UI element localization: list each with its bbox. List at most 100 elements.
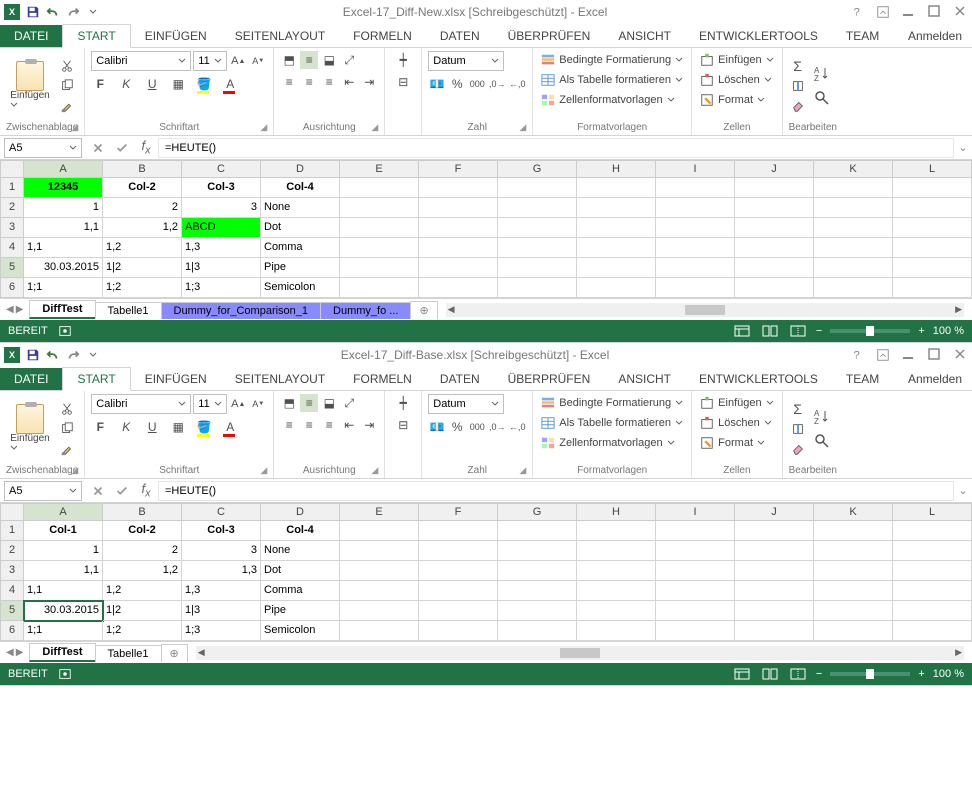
- cell-L5[interactable]: [893, 601, 972, 621]
- pagelayout-view-icon[interactable]: [760, 323, 780, 339]
- fill-color-icon[interactable]: 🪣: [195, 418, 213, 436]
- tab-view[interactable]: ANSICHT: [604, 368, 685, 390]
- find-select-icon[interactable]: [811, 430, 833, 452]
- clear-icon[interactable]: [789, 440, 807, 458]
- orientation-icon[interactable]: ⤢: [340, 394, 358, 412]
- align-left-icon[interactable]: ≡: [280, 73, 298, 91]
- tab-developer[interactable]: ENTWICKLERTOOLS: [685, 368, 832, 390]
- cell-I1[interactable]: [656, 521, 735, 541]
- paste-button[interactable]: Einfügen: [6, 394, 54, 463]
- underline-icon[interactable]: U: [143, 418, 161, 436]
- cell-A1[interactable]: Col-1: [24, 521, 103, 541]
- sheet-tab-1[interactable]: Tabelle1: [95, 645, 162, 662]
- decrease-font-icon[interactable]: A▼: [249, 52, 267, 70]
- cell-D1[interactable]: Col-4: [261, 178, 340, 198]
- zoom-in-icon[interactable]: +: [918, 668, 924, 680]
- tab-review[interactable]: ÜBERPRÜFEN: [494, 25, 605, 47]
- cell-D6[interactable]: Semicolon: [261, 621, 340, 641]
- col-header-E[interactable]: E: [340, 160, 419, 178]
- sheet-nav-next-icon[interactable]: ▶: [16, 304, 24, 315]
- cell-D3[interactable]: Dot: [261, 561, 340, 581]
- align-left-icon[interactable]: ≡: [280, 416, 298, 434]
- tab-team[interactable]: TEAM: [832, 25, 893, 47]
- align-launcher-icon[interactable]: ◢: [371, 465, 378, 476]
- tab-formulas[interactable]: FORMELN: [339, 368, 426, 390]
- cell-K1[interactable]: [814, 178, 893, 198]
- fx-icon[interactable]: fx: [134, 138, 158, 158]
- font-size-combo[interactable]: 11: [193, 394, 227, 414]
- col-header-B[interactable]: B: [103, 160, 182, 178]
- cell-G5[interactable]: [498, 258, 577, 278]
- sheet-tab-1[interactable]: Tabelle1: [95, 302, 162, 319]
- cell-C1[interactable]: Col-3: [182, 521, 261, 541]
- name-box[interactable]: A5: [4, 138, 82, 158]
- cell-J2[interactable]: [735, 198, 814, 218]
- cell-F3[interactable]: [419, 218, 498, 238]
- clear-icon[interactable]: [789, 97, 807, 115]
- cell-E2[interactable]: [340, 198, 419, 218]
- ribbon-display-icon[interactable]: [876, 5, 890, 19]
- merge-center-icon[interactable]: ⊟: [391, 73, 415, 91]
- find-select-icon[interactable]: [811, 87, 833, 109]
- undo-icon[interactable]: [46, 348, 60, 362]
- cell-J1[interactable]: [735, 521, 814, 541]
- cell-H5[interactable]: [577, 258, 656, 278]
- expand-formula-icon[interactable]: ⌄: [954, 141, 972, 154]
- row-header-6[interactable]: 6: [0, 278, 24, 298]
- cell-F4[interactable]: [419, 581, 498, 601]
- cell-J3[interactable]: [735, 561, 814, 581]
- cell-J4[interactable]: [735, 581, 814, 601]
- tab-insert[interactable]: EINFÜGEN: [131, 25, 221, 47]
- cell-D4[interactable]: Comma: [261, 581, 340, 601]
- percent-icon[interactable]: %: [448, 418, 466, 436]
- delete-cells-button[interactable]: Löschen: [698, 71, 775, 89]
- format-painter-icon[interactable]: [58, 97, 76, 115]
- cell-C2[interactable]: 3: [182, 198, 261, 218]
- accept-formula-icon[interactable]: [110, 481, 134, 501]
- cell-D1[interactable]: Col-4: [261, 521, 340, 541]
- cell-H1[interactable]: [577, 521, 656, 541]
- tab-pagelayout[interactable]: SEITENLAYOUT: [221, 25, 339, 47]
- cell-L2[interactable]: [893, 198, 972, 218]
- cell-styles-button[interactable]: Zellenformatvorlagen: [539, 91, 685, 109]
- cell-A3[interactable]: 1,1: [24, 218, 103, 238]
- cell-K3[interactable]: [814, 218, 893, 238]
- cell-D3[interactable]: Dot: [261, 218, 340, 238]
- cell-K6[interactable]: [814, 278, 893, 298]
- col-header-L[interactable]: L: [893, 503, 972, 521]
- delete-cells-button[interactable]: Löschen: [698, 414, 775, 432]
- cell-E1[interactable]: [340, 178, 419, 198]
- cell-G3[interactable]: [498, 561, 577, 581]
- tab-data[interactable]: DATEN: [426, 368, 494, 390]
- cell-B3[interactable]: 1,2: [103, 218, 182, 238]
- select-all-corner[interactable]: [0, 160, 24, 178]
- cell-K2[interactable]: [814, 541, 893, 561]
- font-size-combo[interactable]: 11: [193, 51, 227, 71]
- cell-D2[interactable]: None: [261, 541, 340, 561]
- cell-I2[interactable]: [656, 541, 735, 561]
- add-sheet-icon[interactable]: ⊕: [410, 301, 437, 319]
- expand-formula-icon[interactable]: ⌄: [954, 484, 972, 497]
- font-color-icon[interactable]: A: [221, 418, 239, 436]
- copy-icon[interactable]: [58, 77, 76, 95]
- sort-filter-icon[interactable]: AZ: [811, 406, 833, 428]
- font-color-icon[interactable]: A: [221, 75, 239, 93]
- col-header-A[interactable]: A: [24, 160, 103, 178]
- row-header-1[interactable]: 1: [0, 521, 24, 541]
- align-launcher-icon[interactable]: ◢: [371, 122, 378, 133]
- cell-L3[interactable]: [893, 561, 972, 581]
- font-launcher-icon[interactable]: ◢: [260, 122, 267, 133]
- cell-K5[interactable]: [814, 601, 893, 621]
- format-as-table-button[interactable]: Als Tabelle formatieren: [539, 71, 685, 89]
- col-header-J[interactable]: J: [735, 503, 814, 521]
- cell-K2[interactable]: [814, 198, 893, 218]
- accept-formula-icon[interactable]: [110, 138, 134, 158]
- cell-K4[interactable]: [814, 238, 893, 258]
- copy-icon[interactable]: [58, 420, 76, 438]
- cell-F3[interactable]: [419, 561, 498, 581]
- cell-K1[interactable]: [814, 521, 893, 541]
- cell-J3[interactable]: [735, 218, 814, 238]
- cell-G3[interactable]: [498, 218, 577, 238]
- paste-button[interactable]: Einfügen: [6, 51, 54, 120]
- col-header-C[interactable]: C: [182, 160, 261, 178]
